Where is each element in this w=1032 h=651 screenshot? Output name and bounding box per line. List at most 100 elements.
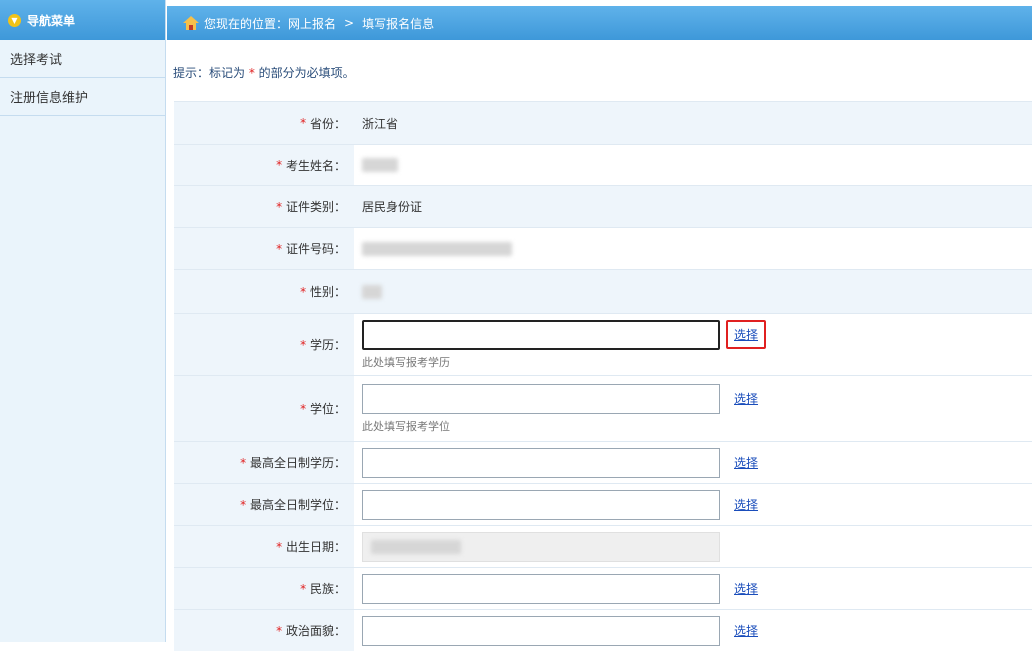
fulltime-education-inputs: 选择 [362, 447, 1032, 478]
sidebar-item-label: 注册信息维护 [10, 91, 89, 106]
row-id-type: * 证件类别： 居民身份证 [174, 185, 1032, 227]
education-hint: 此处填写报考学历 [362, 355, 450, 369]
field-label: * 学位： [174, 376, 354, 441]
breadcrumb-prefix: 您现在的位置： [204, 16, 289, 31]
education-field: 选择 此处填写报考学历 [354, 314, 1032, 375]
gender-value [354, 270, 1032, 313]
required-star: * [300, 284, 307, 299]
field-label: * 省份： [174, 102, 354, 144]
breadcrumb-current: 填写报名信息 [362, 16, 435, 31]
row-id-number: * 证件号码： [174, 227, 1032, 269]
row-degree: * 学位： 选择 此处填写报考学位 [174, 375, 1032, 441]
field-label: * 性别： [174, 270, 354, 313]
row-political-status: * 政治面貌： 选择 [174, 609, 1032, 651]
birth-date-input [362, 531, 720, 562]
label-id-type: 证件类别： [285, 200, 346, 214]
sidebar-item-registration-info[interactable]: 注册信息维护 [0, 78, 165, 116]
name-value [354, 145, 1032, 185]
label-fulltime-degree: 最高全日制学位： [249, 498, 346, 512]
province-value: 浙江省 [354, 102, 1032, 144]
political-status-select-link[interactable]: 选择 [734, 622, 758, 639]
home-icon [183, 16, 199, 30]
fulltime-education-select-link[interactable]: 选择 [734, 454, 758, 471]
chevron-down-icon: ▼ [8, 13, 21, 27]
row-province: * 省份： 浙江省 [174, 101, 1032, 144]
breadcrumb-online-registration[interactable]: 网上报名 [288, 15, 336, 32]
id-type-value: 居民身份证 [354, 186, 1032, 227]
breadcrumb-separator: > [344, 16, 355, 30]
required-star: * [240, 455, 247, 470]
fulltime-degree-select-link[interactable]: 选择 [734, 496, 758, 513]
sidebar-item-select-exam[interactable]: 选择考试 [0, 40, 165, 78]
redacted-birth-date [371, 539, 461, 554]
field-label: * 证件类别： [174, 186, 354, 227]
fulltime-education-field: 选择 [354, 442, 1032, 483]
redacted-name [362, 158, 398, 172]
required-star: * [240, 497, 247, 512]
field-label: * 学历： [174, 314, 354, 375]
degree-input[interactable] [362, 383, 720, 414]
fulltime-education-input[interactable] [362, 447, 720, 478]
field-label: * 出生日期： [174, 526, 354, 567]
sidebar-header: ▼ 导航菜单 [0, 0, 165, 40]
field-label: * 证件号码： [174, 228, 354, 269]
required-star: * [276, 539, 283, 554]
label-province: 省份： [309, 116, 346, 131]
required-star: * [300, 581, 307, 596]
political-status-input[interactable] [362, 615, 720, 646]
label-birth-date: 出生日期： [285, 540, 346, 554]
row-ethnicity: * 民族： 选择 [174, 567, 1032, 609]
hint-text-1: 提示：标记为 [173, 66, 246, 80]
breadcrumb: 您现在的位置： 网上报名 > 填写报名信息 [167, 6, 1032, 40]
row-fulltime-education: * 最高全日制学历： 选择 [174, 441, 1032, 483]
row-name: * 考生姓名： [174, 144, 1032, 185]
label-fulltime-education: 最高全日制学历： [249, 456, 346, 470]
sidebar-header-label: 导航菜单 [27, 13, 76, 28]
hint-text-2: 的部分为必填项。 [258, 66, 355, 80]
ethnicity-select-link[interactable]: 选择 [734, 580, 758, 597]
redacted-gender [362, 284, 382, 299]
row-fulltime-degree: * 最高全日制学位： 选择 [174, 483, 1032, 525]
required-hint: 提示：标记为 * 的部分为必填项。 [167, 64, 1032, 81]
degree-select-link[interactable]: 选择 [734, 390, 758, 407]
degree-field: 选择 此处填写报考学位 [354, 376, 1032, 441]
label-name: 考生姓名： [285, 158, 346, 173]
label-gender: 性别： [309, 285, 346, 299]
field-label: * 政治面貌： [174, 610, 354, 651]
id-number-value [354, 228, 1032, 269]
ethnicity-inputs: 选择 [362, 573, 1032, 604]
education-inputs: 选择 [362, 319, 1032, 350]
required-star: * [276, 158, 283, 172]
required-star: * [248, 66, 255, 80]
redacted-id-number [362, 241, 512, 256]
birth-date-field [354, 526, 1032, 567]
required-star: * [276, 623, 283, 638]
field-label: * 最高全日制学历： [174, 442, 354, 483]
degree-inputs: 选择 [362, 383, 1032, 414]
required-star: * [300, 401, 307, 416]
label-education: 学历： [309, 338, 346, 352]
birth-date-inputs [362, 531, 1032, 562]
education-select-link[interactable]: 选择 [726, 320, 767, 349]
label-id-number: 证件号码： [285, 242, 346, 256]
required-star: * [300, 337, 307, 352]
fulltime-degree-input[interactable] [362, 489, 720, 520]
ethnicity-field: 选择 [354, 568, 1032, 609]
row-birth-date: * 出生日期： [174, 525, 1032, 567]
political-status-inputs: 选择 [362, 615, 1032, 646]
label-degree: 学位： [309, 402, 346, 416]
education-input[interactable] [362, 319, 720, 350]
label-ethnicity: 民族： [309, 582, 346, 596]
label-political-status: 政治面貌： [285, 624, 346, 638]
field-label: * 最高全日制学位： [174, 484, 354, 525]
ethnicity-input[interactable] [362, 573, 720, 604]
row-gender: * 性别： [174, 269, 1032, 313]
required-star: * [276, 241, 283, 256]
required-star: * [276, 199, 283, 214]
degree-hint: 此处填写报考学位 [362, 419, 450, 433]
row-education: * 学历： 选择 此处填写报考学历 [174, 313, 1032, 375]
field-label: * 民族： [174, 568, 354, 609]
required-star: * [300, 116, 307, 130]
political-status-field: 选择 [354, 610, 1032, 651]
registration-form: * 省份： 浙江省 * 考生姓名： * 证件类别： 居民身份证 * 证件号码： … [174, 101, 1032, 651]
